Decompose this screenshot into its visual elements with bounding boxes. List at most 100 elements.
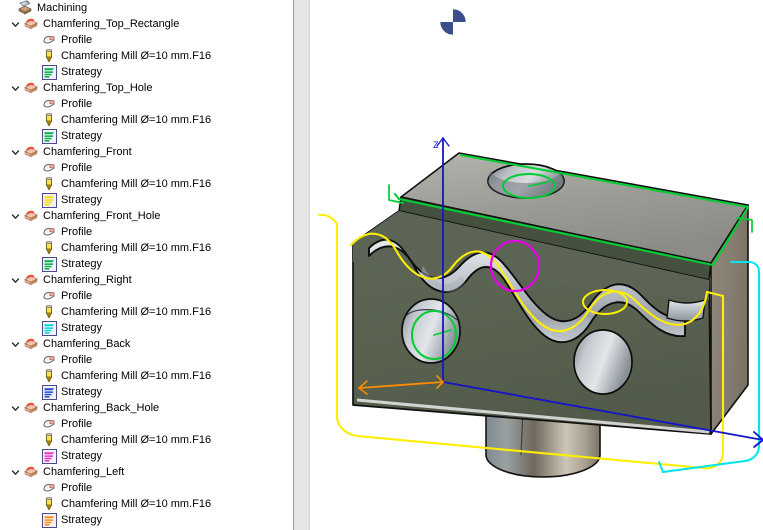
- expand-chevron-icon[interactable]: [9, 400, 22, 416]
- expand-chevron-icon[interactable]: [9, 272, 22, 288]
- strategy-icon: [40, 128, 58, 144]
- panel-splitter[interactable]: [293, 0, 310, 530]
- tree-operation-chamfering_top_hole[interactable]: Chamfering_Top_Hole: [0, 80, 293, 96]
- tree-item-strategy[interactable]: Strategy: [0, 384, 293, 400]
- chamfering-mill-icon: [40, 368, 58, 384]
- tree-item-tool[interactable]: Chamfering Mill Ø=10 mm.F16: [0, 432, 293, 448]
- profile-icon: [40, 32, 58, 48]
- tree-root-machining[interactable]: Machining: [0, 0, 293, 16]
- chamfering-mill-icon: [40, 432, 58, 448]
- tree-item-strategy[interactable]: Strategy: [0, 256, 293, 272]
- strategy-icon: [40, 256, 58, 272]
- tree-item-profile[interactable]: Profile: [0, 96, 293, 112]
- profile-label: Profile: [58, 98, 92, 111]
- profile-label: Profile: [58, 482, 92, 495]
- profile-label: Profile: [58, 226, 92, 239]
- front-face-hole-right: [574, 330, 632, 394]
- strategy-icon: [40, 192, 58, 208]
- strategy-label: Strategy: [58, 450, 102, 463]
- profile-icon: [40, 416, 58, 432]
- expand-chevron-icon[interactable]: [9, 208, 22, 224]
- machining-operation-icon: [22, 16, 40, 32]
- application-window: Machining Chamfering_Top_Rectangle Profil…: [0, 0, 763, 530]
- tree-item-profile[interactable]: Profile: [0, 224, 293, 240]
- strategy-label: Strategy: [58, 386, 102, 399]
- tree-operation-chamfering_left[interactable]: Chamfering_Left: [0, 464, 293, 480]
- expand-chevron-icon[interactable]: [9, 464, 22, 480]
- model-3d-viewport[interactable]: Z: [311, 0, 763, 530]
- strategy-icon: [40, 448, 58, 464]
- operation-label: Chamfering_Left: [40, 466, 124, 479]
- profile-icon: [40, 160, 58, 176]
- tree-operation-chamfering_top_rectangle[interactable]: Chamfering_Top_Rectangle: [0, 16, 293, 32]
- right-edge-chamfer: [667, 300, 705, 321]
- strategy-icon: [40, 384, 58, 400]
- tool-label: Chamfering Mill Ø=10 mm.F16: [58, 114, 211, 127]
- operation-label: Chamfering_Top_Hole: [40, 82, 152, 95]
- machining-operation-icon: [22, 80, 40, 96]
- tool-label: Chamfering Mill Ø=10 mm.F16: [58, 50, 211, 63]
- tree-item-tool[interactable]: Chamfering Mill Ø=10 mm.F16: [0, 304, 293, 320]
- tree-item-strategy[interactable]: Strategy: [0, 320, 293, 336]
- profile-label: Profile: [58, 290, 92, 303]
- strategy-label: Strategy: [58, 514, 102, 527]
- tool-label: Chamfering Mill Ø=10 mm.F16: [58, 498, 211, 511]
- machining-operation-icon: [22, 400, 40, 416]
- tree-item-strategy[interactable]: Strategy: [0, 192, 293, 208]
- chamfering-mill-icon: [40, 48, 58, 64]
- tree-item-tool[interactable]: Chamfering Mill Ø=10 mm.F16: [0, 496, 293, 512]
- tree-item-profile[interactable]: Profile: [0, 352, 293, 368]
- operation-label: Chamfering_Back: [40, 338, 130, 351]
- profile-label: Profile: [58, 162, 92, 175]
- tree-operation-chamfering_back_hole[interactable]: Chamfering_Back_Hole: [0, 400, 293, 416]
- tree-item-tool[interactable]: Chamfering Mill Ø=10 mm.F16: [0, 176, 293, 192]
- tree-scrollbar-track[interactable]: [297, 0, 309, 530]
- tree-operation-chamfering_right[interactable]: Chamfering_Right: [0, 272, 293, 288]
- profile-label: Profile: [58, 354, 92, 367]
- machining-operation-icon: [22, 464, 40, 480]
- profile-icon: [40, 352, 58, 368]
- tree-item-tool[interactable]: Chamfering Mill Ø=10 mm.F16: [0, 368, 293, 384]
- profile-label: Profile: [58, 34, 92, 47]
- tool-label: Chamfering Mill Ø=10 mm.F16: [58, 178, 211, 191]
- tool-label: Chamfering Mill Ø=10 mm.F16: [58, 434, 211, 447]
- expand-chevron-icon[interactable]: [9, 336, 22, 352]
- tree-item-strategy[interactable]: Strategy: [0, 448, 293, 464]
- tree-operation-chamfering_back[interactable]: Chamfering_Back: [0, 336, 293, 352]
- tree-operation-chamfering_front[interactable]: Chamfering_Front: [0, 144, 293, 160]
- machining-tree-panel[interactable]: Machining Chamfering_Top_Rectangle Profil…: [0, 0, 293, 530]
- tree-item-profile[interactable]: Profile: [0, 160, 293, 176]
- profile-icon: [40, 480, 58, 496]
- operation-label: Chamfering_Front_Hole: [40, 210, 160, 223]
- tree-item-strategy[interactable]: Strategy: [0, 512, 293, 528]
- strategy-label: Strategy: [58, 322, 102, 335]
- strategy-icon: [40, 320, 58, 336]
- tree-item-tool[interactable]: Chamfering Mill Ø=10 mm.F16: [0, 240, 293, 256]
- chamfering-mill-icon: [40, 496, 58, 512]
- strategy-icon: [40, 64, 58, 80]
- chamfering-mill-icon: [40, 176, 58, 192]
- tree-item-profile[interactable]: Profile: [0, 480, 293, 496]
- model-3d-canvas[interactable]: Z: [311, 0, 763, 530]
- tool-label: Chamfering Mill Ø=10 mm.F16: [58, 306, 211, 319]
- tree-item-profile[interactable]: Profile: [0, 288, 293, 304]
- profile-icon: [40, 96, 58, 112]
- expand-chevron-icon[interactable]: [9, 80, 22, 96]
- tree-item-tool[interactable]: Chamfering Mill Ø=10 mm.F16: [0, 112, 293, 128]
- machining-icon: [16, 0, 34, 16]
- tree-item-profile[interactable]: Profile: [0, 416, 293, 432]
- tool-label: Chamfering Mill Ø=10 mm.F16: [58, 242, 211, 255]
- operation-label: Chamfering_Top_Rectangle: [40, 18, 179, 31]
- profile-label: Profile: [58, 418, 92, 431]
- tree-item-profile[interactable]: Profile: [0, 32, 293, 48]
- operations-list: Chamfering_Top_RectangleProfileChamferin…: [0, 16, 293, 528]
- tree-operation-chamfering_front_hole[interactable]: Chamfering_Front_Hole: [0, 208, 293, 224]
- tree-item-strategy[interactable]: Strategy: [0, 64, 293, 80]
- expand-chevron-icon[interactable]: [9, 144, 22, 160]
- expand-chevron-icon[interactable]: [9, 16, 22, 32]
- origin-sphere-marker: [440, 9, 466, 35]
- tree-item-strategy[interactable]: Strategy: [0, 128, 293, 144]
- machining-operation-icon: [22, 208, 40, 224]
- root-spacer: [3, 0, 16, 16]
- tree-item-tool[interactable]: Chamfering Mill Ø=10 mm.F16: [0, 48, 293, 64]
